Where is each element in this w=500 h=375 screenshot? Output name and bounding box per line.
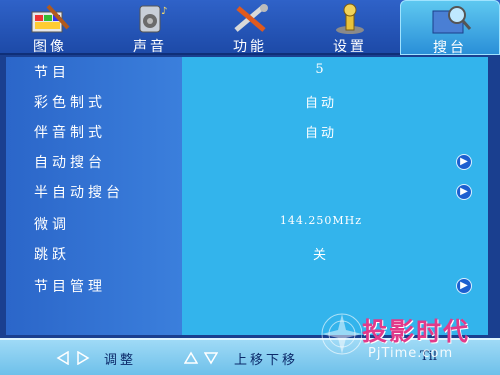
arrow-left-icon (56, 351, 69, 365)
menu-item-label: 自动搜台 (34, 155, 106, 171)
menu-item-program-management[interactable]: 节目管理 ▶ (6, 272, 488, 302)
menu-item-value: 5 (315, 62, 327, 77)
arrow-down-icon (204, 352, 218, 365)
menu-item-label: 微调 (34, 217, 70, 233)
image-brush-icon (31, 4, 70, 33)
tab-settings[interactable]: 设置 (300, 0, 400, 55)
menu-item-sound-system[interactable]: 伴音制式 自动 (6, 118, 488, 148)
chevron-right-icon[interactable]: ▶ (456, 154, 472, 170)
menu-item-skip[interactable]: 跳跃 关 (6, 240, 488, 270)
hint-exit: Til (420, 349, 437, 364)
tab-settings-label: 设置 (333, 39, 367, 55)
menu-item-label: 彩色制式 (34, 95, 106, 111)
tab-search-channel-label: 搜台 (433, 40, 467, 56)
menu-item-auto-search[interactable]: 自动搜台 ▶ (6, 148, 488, 178)
menu-item-value: 自动 (304, 96, 337, 111)
chevron-right-icon[interactable]: ▶ (456, 278, 472, 294)
tab-function-label: 功能 (233, 39, 267, 55)
svg-text:♪: ♪ (161, 6, 167, 17)
menu-item-label: 跳跃 (34, 247, 70, 263)
tab-sound-label: 声音 (133, 39, 167, 55)
menu-item-label: 节目 (34, 65, 70, 81)
tab-search-channel[interactable]: 搜台 (400, 0, 500, 56)
menu-item-semi-auto-search[interactable]: 半自动搜台 ▶ (6, 178, 488, 208)
chevron-right-icon[interactable]: ▶ (456, 184, 472, 200)
tab-image[interactable]: 图像 (0, 0, 100, 55)
menu-item-label: 节目管理 (34, 279, 106, 295)
key-hint-bar: 调整 上移下移 Til (0, 338, 500, 375)
hint-adjust: 调整 (104, 353, 137, 368)
menu-item-fine-tune[interactable]: 微调 144.250MHz (6, 210, 488, 240)
menu-item-value: 自动 (304, 126, 337, 141)
menu-item-color-system[interactable]: 彩色制式 自动 (6, 88, 488, 118)
hint-move: 上移下移 (234, 353, 299, 368)
tab-image-label: 图像 (33, 39, 67, 55)
menu-item-program[interactable]: 节目 5 (6, 58, 488, 88)
menu-item-label: 半自动搜台 (34, 185, 124, 201)
menu-tab-bar: 图像 ♪ 声音 功能 设置 搜台 (0, 0, 500, 56)
tools-icon (234, 4, 268, 32)
settings-pedestal-icon (336, 3, 364, 34)
arrow-right-icon (77, 351, 90, 365)
tab-sound[interactable]: ♪ 声音 (100, 0, 200, 55)
arrow-up-icon (184, 351, 198, 364)
speaker-sound-icon: ♪ (139, 5, 167, 33)
menu-item-value: 144.250MHz (279, 214, 363, 227)
menu-item-label: 伴音制式 (34, 125, 106, 141)
menu-item-value: 关 (312, 248, 329, 263)
search-channel-icon (432, 6, 472, 34)
tab-function[interactable]: 功能 (200, 0, 300, 55)
